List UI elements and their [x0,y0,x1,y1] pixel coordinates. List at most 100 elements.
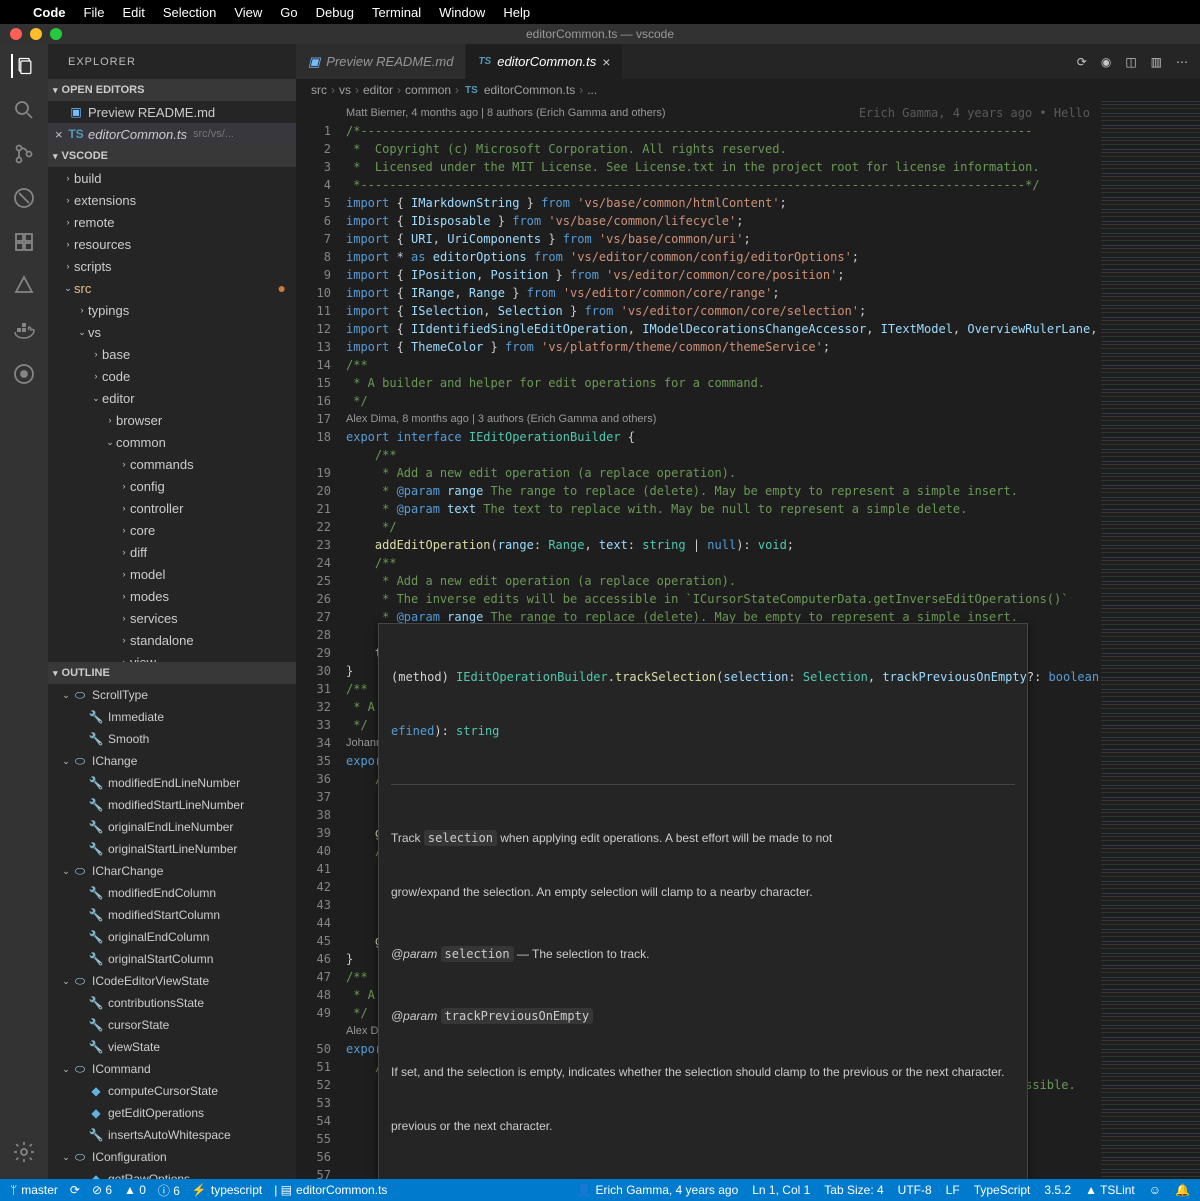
open-editor-item[interactable]: ▣ Preview README.md [48,101,296,123]
explorer-icon[interactable] [11,54,35,78]
folder-item[interactable]: ›code [48,365,296,387]
more-actions-icon[interactable]: ⋯ [1176,55,1188,69]
extensions-icon[interactable] [12,230,36,254]
folder-item[interactable]: ›diff [48,541,296,563]
folder-item[interactable]: ›commands [48,453,296,475]
section-outline[interactable]: ▾ OUTLINE [48,662,296,684]
docker-icon[interactable] [12,318,36,342]
azure-icon[interactable] [12,274,36,298]
menu-edit[interactable]: Edit [122,5,144,20]
cursor-position[interactable]: Ln 1, Col 1 [752,1183,810,1197]
crumb[interactable]: src [311,83,327,97]
outline-item[interactable]: 🔧Immediate [48,706,296,728]
folder-item[interactable]: ›services [48,607,296,629]
outline-item[interactable]: ⌄⬭ICodeEditorViewState [48,970,296,992]
menu-go[interactable]: Go [280,5,297,20]
scm-icon[interactable] [12,142,36,166]
breadcrumb[interactable]: src› vs› editor› common› TS editorCommon… [296,79,1200,101]
compare-changes-icon[interactable]: ⟳ [1077,55,1087,69]
git-blame-status[interactable]: 👤 Erich Gamma, 4 years ago [577,1183,739,1197]
indentation[interactable]: Tab Size: 4 [824,1183,883,1197]
editor-body[interactable]: 1234567891011121314151617181920212223242… [296,101,1200,1179]
crumb[interactable]: common [405,83,451,97]
outline-item[interactable]: ⌄⬭ICommand [48,1058,296,1080]
open-editor-item[interactable]: × TS editorCommon.ts src/vs/... [48,123,296,145]
status-file[interactable]: | ▤ editorCommon.ts [274,1183,387,1197]
outline-item[interactable]: 🔧insertsAutoWhitespace [48,1124,296,1146]
folder-item[interactable]: ›extensions [48,189,296,211]
search-icon[interactable] [12,98,36,122]
folder-item[interactable]: ›build [48,167,296,189]
outline-item[interactable]: 🔧originalStartColumn [48,948,296,970]
outline-item[interactable]: 🔧modifiedEndColumn [48,882,296,904]
tab-preview-readme[interactable]: ▣ Preview README.md [296,44,466,79]
menu-code[interactable]: Code [33,5,66,20]
folder-item[interactable]: ›controller [48,497,296,519]
section-open-editors[interactable]: ▾ OPEN EDITORS [48,79,296,101]
crumb[interactable]: editorCommon.ts [484,83,575,97]
crumb[interactable]: ... [587,83,597,97]
outline-item[interactable]: 🔧modifiedStartLineNumber [48,794,296,816]
folder-item[interactable]: ›core [48,519,296,541]
folder-item[interactable]: ›modes [48,585,296,607]
close-icon[interactable]: × [55,127,63,142]
outline-item[interactable]: 🔧originalEndColumn [48,926,296,948]
close-icon[interactable]: × [602,54,610,70]
folder-item[interactable]: ⌄common [48,431,296,453]
tab-editorcommon[interactable]: TS editorCommon.ts × [466,44,623,79]
menu-view[interactable]: View [234,5,262,20]
sync-icon[interactable]: ⟳ [70,1183,80,1197]
settings-gear-icon[interactable] [12,1140,36,1164]
remote-icon[interactable] [12,362,36,386]
outline-item[interactable]: 🔧cursorState [48,1014,296,1036]
outline-item[interactable]: ⌄⬭ICharChange [48,860,296,882]
folder-item[interactable]: ›config [48,475,296,497]
folder-item[interactable]: ›view [48,651,296,662]
problems-info[interactable]: ⓘ 6 [158,1182,180,1199]
folder-item[interactable]: ⌄vs [48,321,296,343]
menu-help[interactable]: Help [503,5,530,20]
folder-item[interactable]: ›model [48,563,296,585]
folder-item[interactable]: ›browser [48,409,296,431]
open-changes-icon[interactable]: ◉ [1101,55,1111,69]
eol[interactable]: LF [946,1183,960,1197]
section-vscode[interactable]: ▾ VSCODE [48,145,296,167]
folder-item[interactable]: ⌄editor [48,387,296,409]
close-window-icon[interactable] [10,28,22,40]
git-branch[interactable]: ᛘ master [10,1183,58,1197]
folder-item[interactable]: ›typings [48,299,296,321]
problems-warnings[interactable]: ▲ 0 [124,1183,146,1197]
split-editor-icon[interactable]: ◫ [1125,55,1136,69]
outline-item[interactable]: 🔧modifiedStartColumn [48,904,296,926]
outline-item[interactable]: 🔧originalStartLineNumber [48,838,296,860]
outline-item[interactable]: ⌄⬭IConfiguration [48,1146,296,1168]
outline-item[interactable]: ⌄⬭ScrollType [48,684,296,706]
outline-item[interactable]: ◆computeCursorState [48,1080,296,1102]
language-mode[interactable]: TypeScript [974,1183,1031,1197]
problems-errors[interactable]: ⊘ 6 [92,1183,112,1197]
feedback-icon[interactable]: ☺ [1149,1183,1161,1197]
debug-icon[interactable] [12,186,36,210]
folder-item[interactable]: ›standalone [48,629,296,651]
task-runner[interactable]: ⚡ typescript [192,1183,262,1197]
crumb[interactable]: vs [339,83,351,97]
menu-terminal[interactable]: Terminal [372,5,421,20]
outline-item[interactable]: 🔧Smooth [48,728,296,750]
crumb[interactable]: editor [363,83,393,97]
outline-item[interactable]: 🔧originalEndLineNumber [48,816,296,838]
folder-item[interactable]: ›resources [48,233,296,255]
folder-item[interactable]: ›base [48,343,296,365]
outline-item[interactable]: ⌄⬭IChange [48,750,296,772]
folder-item[interactable]: ⌄src● [48,277,296,299]
folder-item[interactable]: ›remote [48,211,296,233]
menu-debug[interactable]: Debug [316,5,354,20]
zoom-window-icon[interactable] [50,28,62,40]
outline-item[interactable]: 🔧contributionsState [48,992,296,1014]
codelens[interactable]: Alex Dima, 8 months ago | 3 authors (Eri… [346,410,1100,428]
outline-item[interactable]: ◆getRawOptions [48,1168,296,1179]
menu-window[interactable]: Window [439,5,485,20]
tslint-status[interactable]: ▲ TSLint [1085,1183,1135,1197]
code-content[interactable]: Matt Bierner, 4 months ago | 8 authors (… [346,101,1100,1179]
notifications-icon[interactable]: 🔔 [1175,1183,1190,1197]
encoding[interactable]: UTF-8 [898,1183,932,1197]
